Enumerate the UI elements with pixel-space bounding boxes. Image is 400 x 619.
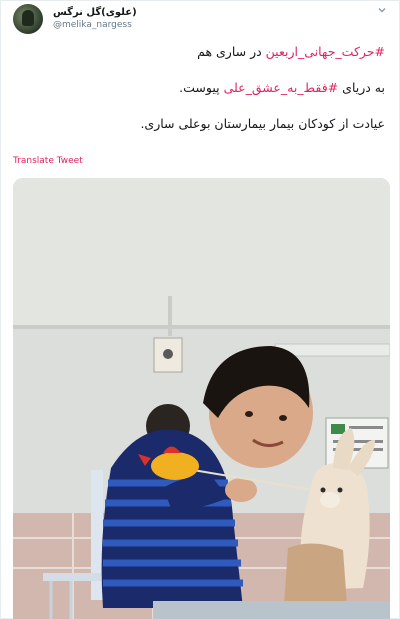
hashtag-link[interactable]: #حرکت_جهانی_اربعین [266,44,385,59]
tweet-line-2-before: به دریای [338,80,385,95]
chevron-down-icon[interactable] [375,5,389,19]
tweet-card: (علوی)گل نرگس @melika_nargess #حرکت_جهان… [0,0,400,619]
tweet-header: (علوی)گل نرگس @melika_nargess [13,4,389,34]
tweet-photo[interactable] [13,178,390,619]
display-name[interactable]: (علوی)گل نرگس [53,6,137,19]
tweet-text: #حرکت_جهانی_اربعین در ساری هم به دریای #… [25,43,385,133]
hashtag-link[interactable]: #فقط_به_عشق_علی [224,80,339,95]
tweet-line-3: عیادت از کودکان بیمار بیمارستان بوعلی سا… [140,116,385,131]
tweet-line-1: #حرکت_جهانی_اربعین در ساری هم [25,43,385,61]
translate-tweet-link[interactable]: Translate Tweet [13,156,83,166]
tweet-line-1-text: در ساری هم [197,44,266,59]
tweet-line-2: به دریای #فقط_به_عشق_علی پیوست. [25,79,385,97]
author-info[interactable]: (علوی)گل نرگس @melika_nargess [53,6,137,31]
tweet-line-2-after: پیوست. [179,80,224,95]
avatar[interactable] [13,4,43,34]
user-handle[interactable]: @melika_nargess [53,19,137,31]
